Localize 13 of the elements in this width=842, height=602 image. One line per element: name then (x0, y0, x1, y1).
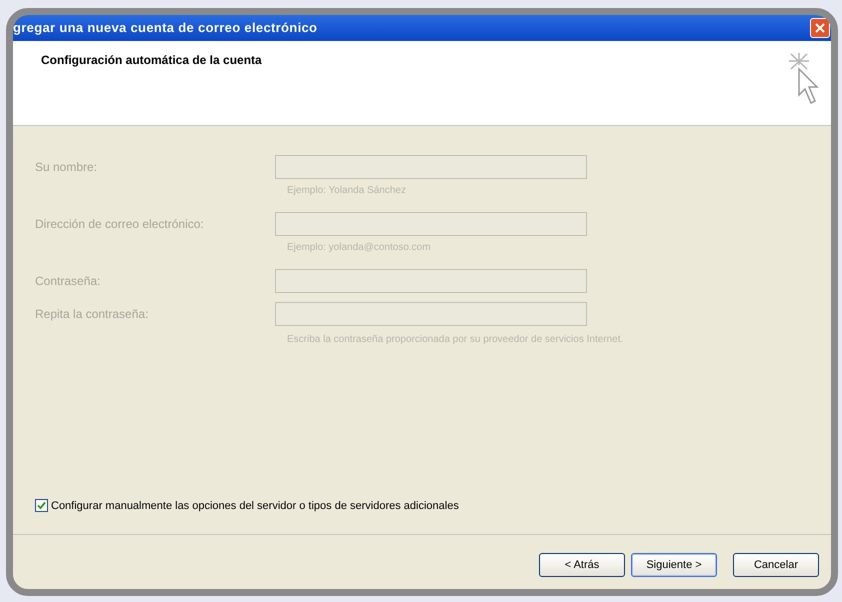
close-button[interactable] (810, 18, 830, 38)
dialog-button[interactable]: < Atrás (539, 553, 625, 577)
header-title: Configuración automática de la cuenta (41, 52, 262, 69)
window-title: gregar una nueva cuenta de correo electrónico (13, 19, 318, 38)
field-label: Su nombre: (35, 158, 98, 176)
checkbox-label: Configurar manualmente las opciones del servidor o tipos de servidores adicionales (51, 498, 459, 514)
close-icon (815, 23, 825, 33)
dialog-button[interactable]: Siguiente > (631, 553, 717, 577)
field-label: Contraseña: (35, 272, 102, 290)
field-label: Repita la contraseña: (35, 306, 150, 322)
checkbox[interactable] (35, 499, 48, 512)
field-label: Dirección de correo electrónico: (35, 216, 205, 232)
dialog-button[interactable]: Cancelar (733, 553, 819, 577)
